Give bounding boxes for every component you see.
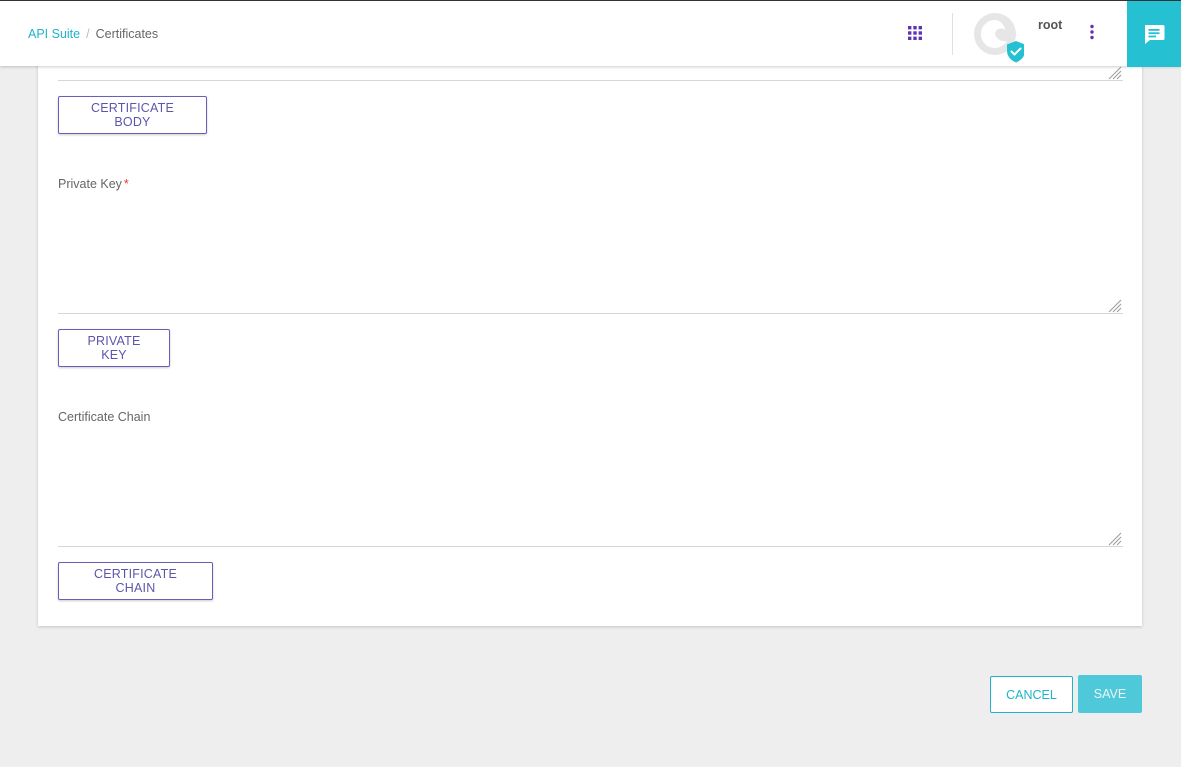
certificate-chain-textarea[interactable] [58, 429, 1123, 546]
private-key-label: Private Key * [58, 177, 129, 191]
private-key-upload-button[interactable]: PRIVATE KEY [58, 329, 170, 367]
breadcrumb-api-suite-link[interactable]: API Suite [28, 27, 80, 41]
save-button[interactable]: SAVE [1078, 675, 1142, 713]
chat-icon [1145, 25, 1165, 44]
username: root [1038, 18, 1063, 32]
certificate-chain-underline [58, 546, 1123, 547]
user-avatar[interactable] [972, 13, 1024, 63]
private-key-underline [58, 313, 1123, 314]
chat-button[interactable] [1127, 1, 1181, 67]
resize-grip-icon[interactable] [1108, 532, 1122, 546]
certificate-form-card: CERTIFICATE BODY Private Key * PRIVATE KE… [38, 60, 1142, 626]
breadcrumb-current: Certificates [95, 27, 159, 41]
cancel-button[interactable]: CANCEL [990, 676, 1073, 713]
private-key-label-text: Private Key [58, 177, 122, 191]
breadcrumb-separator: / [86, 27, 90, 41]
more-vert-icon[interactable] [1084, 23, 1100, 41]
header-divider [952, 13, 953, 55]
apps-grid-icon[interactable] [908, 26, 922, 40]
verified-badge-icon [1007, 41, 1024, 63]
certificate-body-underline [58, 80, 1123, 81]
required-asterisk: * [123, 177, 129, 191]
breadcrumb: API Suite / Certificates [28, 27, 158, 41]
certificate-body-upload-button[interactable]: CERTIFICATE BODY [58, 96, 207, 134]
certificate-chain-label: Certificate Chain [58, 410, 151, 424]
resize-grip-icon[interactable] [1108, 299, 1122, 313]
resize-grip-icon[interactable] [1108, 66, 1122, 80]
certificate-chain-upload-button[interactable]: CERTIFICATE CHAIN [58, 562, 213, 600]
top-app-bar: API Suite / Certificates root [0, 0, 1181, 67]
private-key-textarea[interactable] [58, 196, 1123, 313]
